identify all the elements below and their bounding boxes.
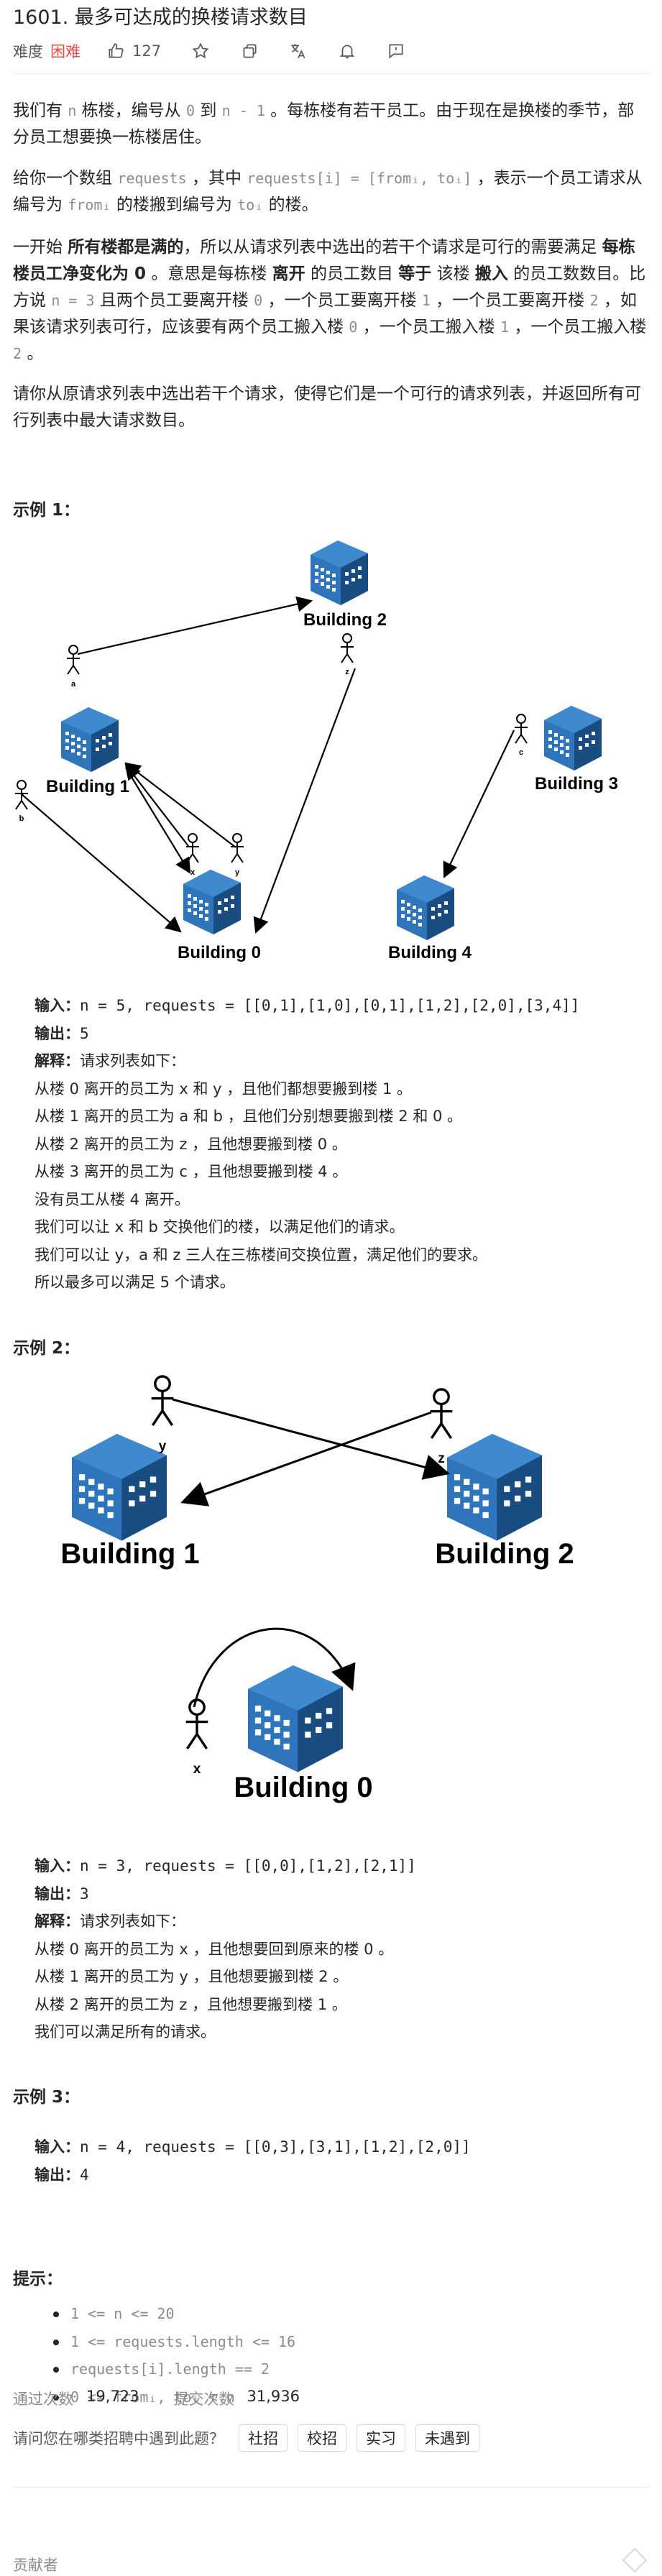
example-1-title: 示例 1： <box>13 501 81 520</box>
person-a-icon <box>66 645 81 675</box>
person-x-label: x <box>190 868 196 877</box>
example-2-title: 示例 2： <box>13 1339 81 1358</box>
building-1-label: Building 1 <box>60 1538 199 1570</box>
building-4-label: Building 4 <box>388 943 472 962</box>
building-1-label: Building 1 <box>46 777 129 796</box>
share-icon <box>243 44 257 58</box>
person-z-label: z <box>345 668 349 676</box>
person-c-label: c <box>519 748 523 757</box>
person-y-icon <box>230 833 244 863</box>
example-1-figure: Building 2 Building 1 Building 3 Buildin… <box>14 540 618 962</box>
desc-paragraph-4: 请你从原请求列表中选出若干个请求，使得它们是一个可行的请求列表，并返回所有可行列… <box>13 385 641 430</box>
person-y-label: y <box>159 1439 167 1454</box>
interview-survey: 请问您在哪类招聘中遇到此题？ 社招 校招 实习 未遇到 <box>13 2424 479 2452</box>
building-1-icon <box>61 707 119 772</box>
building-2-icon <box>447 1434 542 1541</box>
building-3-label: Building 3 <box>535 774 618 794</box>
building-0-icon <box>183 870 241 934</box>
submission-stats: 通过次数 19,723 提交次数 31,936 <box>13 2388 334 2409</box>
feedback-button[interactable] <box>387 42 405 60</box>
hint-item: 1 <= requests.length <= 16 <box>13 2328 295 2356</box>
person-x-label: x <box>193 1762 201 1777</box>
desc-paragraph-3: 一开始 所有楼都是满的，所以从请求列表中选出的若干个请求是可行的需要满足 每栋楼… <box>13 238 647 363</box>
divider <box>13 73 649 74</box>
bell-icon <box>339 45 355 59</box>
person-z-label: z <box>438 1451 445 1466</box>
divider <box>13 2487 649 2488</box>
building-4-icon <box>397 875 454 940</box>
submitted-label: 提交次数 <box>173 2391 234 2408</box>
difficulty-label: 难度 <box>13 43 43 60</box>
difficulty-badge: 困难 <box>50 43 81 60</box>
person-z-icon <box>429 1388 454 1440</box>
hint-item: 1 <= n <= 20 <box>13 2300 295 2328</box>
accepted-label: 通过次数 <box>13 2391 73 2408</box>
desc-paragraph-1: 我们有 n 栋楼，编号从 0 到 n - 1 。每栋楼有若干员工。由于现在是换楼… <box>13 101 635 147</box>
share-button[interactable] <box>240 42 259 60</box>
feedback-icon <box>389 44 403 59</box>
example-3-title: 示例 3： <box>13 2088 81 2107</box>
expand-icon[interactable] <box>619 2544 650 2576</box>
star-icon <box>192 42 209 59</box>
person-x-icon <box>185 833 200 863</box>
translate-icon <box>291 44 305 59</box>
building-0-icon <box>248 1665 343 1772</box>
building-2-label: Building 2 <box>303 610 387 630</box>
person-z-icon <box>340 633 354 663</box>
desc-paragraph-2: 给你一个数组 requests ，其中 requests[i] = [fromᵢ… <box>13 169 643 214</box>
survey-option-social-hiring[interactable]: 社招 <box>239 2424 288 2452</box>
person-y-label: y <box>235 868 240 877</box>
building-0-label: Building 0 <box>234 1772 372 1803</box>
hint-item: requests[i].length == 2 <box>13 2355 295 2383</box>
submitted-count: 31,936 <box>247 2388 300 2405</box>
survey-option-campus-hiring[interactable]: 校招 <box>298 2424 346 2452</box>
problem-meta-bar: 难度 困难 127 <box>13 37 649 65</box>
move-arrows <box>172 1398 450 1708</box>
survey-question: 请问您在哪类招聘中遇到此题？ <box>13 2430 224 2447</box>
accepted-count: 19,723 <box>86 2388 139 2405</box>
example-2-figure: Building 1 Building 2 Building 0 y z x <box>60 1375 574 1803</box>
building-0-label: Building 0 <box>178 943 261 962</box>
problem-page: 1601. 最多可达成的换楼请求数目 难度 困难 127 我们有 n 栋楼，编号… <box>0 0 662 2574</box>
example-2-block: 输入：n = 3, requests = [[0,0],[1,2],[2,1]]… <box>35 1857 416 2041</box>
survey-option-not-met[interactable]: 未遇到 <box>415 2424 479 2452</box>
building-1-icon <box>72 1434 167 1541</box>
notification-button[interactable] <box>338 42 357 60</box>
person-c-icon <box>514 714 528 744</box>
hints-title: 提示： <box>13 2270 63 2288</box>
favorite-button[interactable] <box>191 42 210 60</box>
survey-option-internship[interactable]: 实习 <box>357 2424 405 2452</box>
person-y-icon <box>150 1375 175 1427</box>
thumbs-up-icon <box>109 43 124 58</box>
person-b-label: b <box>19 814 24 823</box>
like-button[interactable]: 127 <box>106 42 161 60</box>
person-x-icon <box>185 1698 209 1750</box>
example-3-block: 输入：n = 4, requests = [[0,3],[3,1],[1,2],… <box>35 2138 471 2184</box>
building-3-icon <box>544 706 602 770</box>
building-2-icon <box>311 540 368 605</box>
like-count: 127 <box>132 42 162 60</box>
person-a-label: a <box>71 680 76 689</box>
translate-button[interactable] <box>289 42 308 60</box>
building-2-label: Building 2 <box>435 1538 574 1570</box>
example-1-block: 输入：n = 5, requests = [[0,1],[1,0],[0,1],… <box>35 997 580 1291</box>
problem-title: 1601. 最多可达成的换楼请求数目 <box>13 6 308 29</box>
